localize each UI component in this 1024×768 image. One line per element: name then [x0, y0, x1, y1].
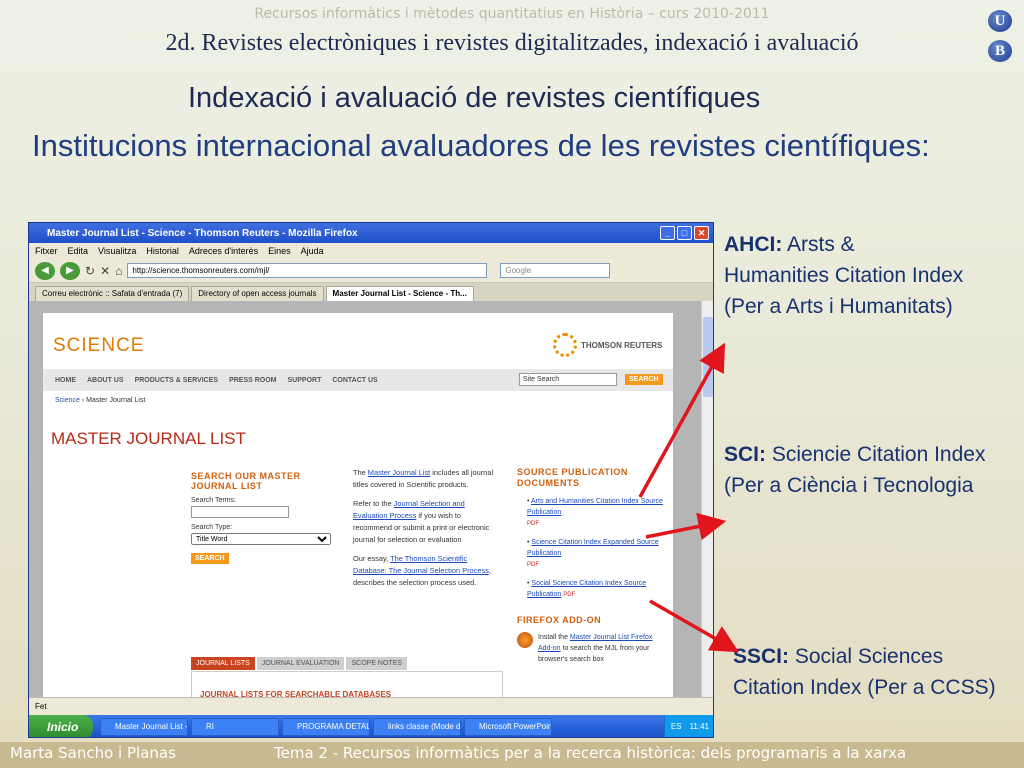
taskbar-item[interactable]: PROGRAMA DETALLA... [282, 718, 370, 736]
search-terms-input[interactable] [191, 506, 289, 518]
sci-link[interactable]: Science Citation Index Expanded Source P… [527, 539, 659, 557]
addon-heading: FIREFOX ADD-ON [517, 615, 602, 625]
footer-topic: Tema 2 - Recursos informàtics per a la r… [274, 744, 907, 762]
page-title: MASTER JOURNAL LIST [51, 429, 246, 448]
nav-press[interactable]: PRESS ROOM [229, 377, 276, 384]
search-panel: SEARCH OUR MASTER JOURNAL LIST Search Te… [191, 471, 341, 564]
tab-mail[interactable]: Correu electrònic :: Safata d'entrada (7… [35, 286, 190, 301]
breadcrumb-current: › Master Journal List [79, 397, 146, 404]
site-search-button[interactable]: SEARCH [625, 374, 663, 385]
ahci-label: AHCI: [724, 233, 783, 256]
source-heading: SOURCE PUBLICATION DOCUMENTS [517, 467, 628, 488]
browser-screenshot: Master Journal List - Science - Thomson … [28, 222, 714, 738]
ssci-link[interactable]: Social Science Citation Index Source Pub… [527, 580, 646, 598]
footer-bar: Marta Sancho i Planas Tema 2 - Recursos … [0, 742, 1024, 768]
menu-bar: Fitxer Edita Visualitza Historial Adrece… [29, 243, 713, 259]
source-ssci: • Social Science Citation Index Source P… [527, 580, 647, 598]
nav-support[interactable]: SUPPORT [288, 377, 322, 384]
slide-heading: Institucions internacional avaluadores d… [32, 128, 930, 163]
note-ssci: SSCI: Social Sciences Citation Index (Pe… [733, 641, 1003, 703]
tab-doaj[interactable]: Directory of open access journals [191, 286, 324, 301]
mjl-link[interactable]: Master Journal List [368, 468, 430, 477]
breadcrumb: Science › Master Journal List [55, 397, 145, 404]
page-viewport: SCIENCE THOMSON REUTERS HOME ABOUT US PR… [29, 301, 713, 711]
search-type-label: Search Type: [191, 524, 233, 531]
web-page: SCIENCE THOMSON REUTERS HOME ABOUT US PR… [43, 313, 673, 711]
slide-section-title: 2d. Revistes electròniques i revistes di… [165, 30, 859, 56]
minimize-icon[interactable]: _ [660, 226, 675, 240]
search-terms-label: Search Terms: [191, 497, 236, 504]
language-indicator[interactable]: ES [671, 715, 682, 737]
forward-icon[interactable]: ▶ [60, 261, 80, 280]
pdf-icon[interactable]: PDF [527, 521, 539, 527]
footer-author: Marta Sancho i Planas [10, 744, 176, 762]
ahci-link[interactable]: Arts and Humanities Citation Index Sourc… [527, 498, 663, 516]
menu-view[interactable]: Visualitza [98, 246, 136, 256]
nav-products[interactable]: PRODUCTS & SERVICES [135, 377, 219, 384]
menu-history[interactable]: Historial [146, 246, 179, 256]
note-ahci: AHCI: Arsts & Humanities Citation Index … [724, 229, 964, 322]
window-titlebar: Master Journal List - Science - Thomson … [29, 223, 713, 243]
scrollbar[interactable] [701, 301, 713, 697]
taskbar-item[interactable]: Master Journal List - ... [100, 718, 188, 736]
back-icon[interactable]: ◀ [35, 261, 55, 280]
menu-edit[interactable]: Edita [68, 246, 89, 256]
menu-bookmarks[interactable]: Adreces d'interès [189, 246, 258, 256]
pdf-icon[interactable]: PDF [563, 592, 575, 598]
window-title: Master Journal List - Science - Thomson … [47, 227, 358, 239]
clock: 11:41 [689, 722, 709, 731]
status-bar: Fet [29, 697, 713, 715]
url-bar[interactable]: http://science.thomsonreuters.com/mjl/ [127, 263, 488, 278]
scrollbar-thumb[interactable] [703, 317, 713, 397]
intro-text: The Master Journal List includes all jou… [353, 468, 494, 587]
source-sci: • Science Citation Index Expanded Source… [527, 539, 659, 568]
firefox-icon [517, 632, 533, 648]
search-box[interactable]: Google [500, 263, 611, 278]
close-icon[interactable]: ✕ [694, 226, 709, 240]
nav-contact[interactable]: CONTACT US [332, 377, 377, 384]
taskbar: Inicio Master Journal List - ... RI PROG… [29, 715, 713, 737]
tab-strip: Correu electrònic :: Safata d'entrada (7… [29, 283, 713, 301]
note-sci: SCI: Sciencie Citation Index (Per a Cièn… [724, 439, 986, 501]
sci-label: SCI: [724, 443, 766, 466]
course-title: Recursos informàtics i mètodes quantitat… [254, 6, 770, 22]
source-documents: SOURCE PUBLICATION DOCUMENTS • Arts and … [517, 467, 667, 665]
search-type-select[interactable]: Title Word [191, 533, 331, 545]
ub-logo-b: B [988, 40, 1012, 62]
ssci-label: SSCI: [733, 645, 790, 668]
start-button[interactable]: Inicio [29, 715, 93, 737]
brand-name: THOMSON REUTERS [581, 340, 663, 350]
ub-logo-u: U [988, 10, 1012, 32]
breadcrumb-root[interactable]: Science [55, 397, 80, 404]
tab-mjl[interactable]: Master Journal List - Science - Th... [325, 286, 474, 301]
maximize-icon[interactable]: □ [677, 226, 692, 240]
site-search-input[interactable]: Site Search [519, 373, 617, 386]
thomson-reuters-logo: THOMSON REUTERS [553, 333, 662, 357]
slide-title: Indexació i avaluació de revistes cientí… [188, 82, 761, 114]
system-tray: ES 11:41 [663, 715, 713, 737]
pdf-icon[interactable]: PDF [527, 562, 539, 568]
search-heading: SEARCH OUR MASTER JOURNAL LIST [191, 471, 301, 491]
science-logo[interactable]: SCIENCE [53, 335, 144, 357]
source-ahci: • Arts and Humanities Citation Index Sou… [527, 498, 663, 527]
stop-icon[interactable]: ✕ [100, 264, 110, 278]
home-icon[interactable]: ⌂ [115, 264, 122, 278]
thomson-reuters-icon [553, 333, 577, 357]
taskbar-item[interactable]: links classe (Mode de ... [373, 718, 461, 736]
taskbar-item[interactable]: RI [191, 718, 279, 736]
tab-journal-evaluation[interactable]: JOURNAL EVALUATION [256, 657, 345, 670]
addon-row: Install the Master Journal List Firefox … [517, 632, 667, 665]
navigation-toolbar: ◀ ▶ ↻ ✕ ⌂ http://science.thomsonreuters.… [29, 259, 713, 283]
taskbar-item[interactable]: Microsoft PowerPoint... [464, 718, 552, 736]
nav-about[interactable]: ABOUT US [87, 377, 124, 384]
tab-journal-lists[interactable]: JOURNAL LISTS [191, 657, 255, 670]
menu-file[interactable]: Fitxer [35, 246, 58, 256]
menu-tools[interactable]: Eines [268, 246, 291, 256]
tab-scope-notes[interactable]: SCOPE NOTES [346, 657, 408, 670]
nav-home[interactable]: HOME [55, 377, 76, 384]
bottom-tabs: JOURNAL LISTS JOURNAL EVALUATION SCOPE N… [191, 657, 408, 670]
reload-icon[interactable]: ↻ [85, 264, 95, 278]
search-submit-button[interactable]: SEARCH [191, 553, 229, 564]
menu-help[interactable]: Ajuda [301, 246, 324, 256]
